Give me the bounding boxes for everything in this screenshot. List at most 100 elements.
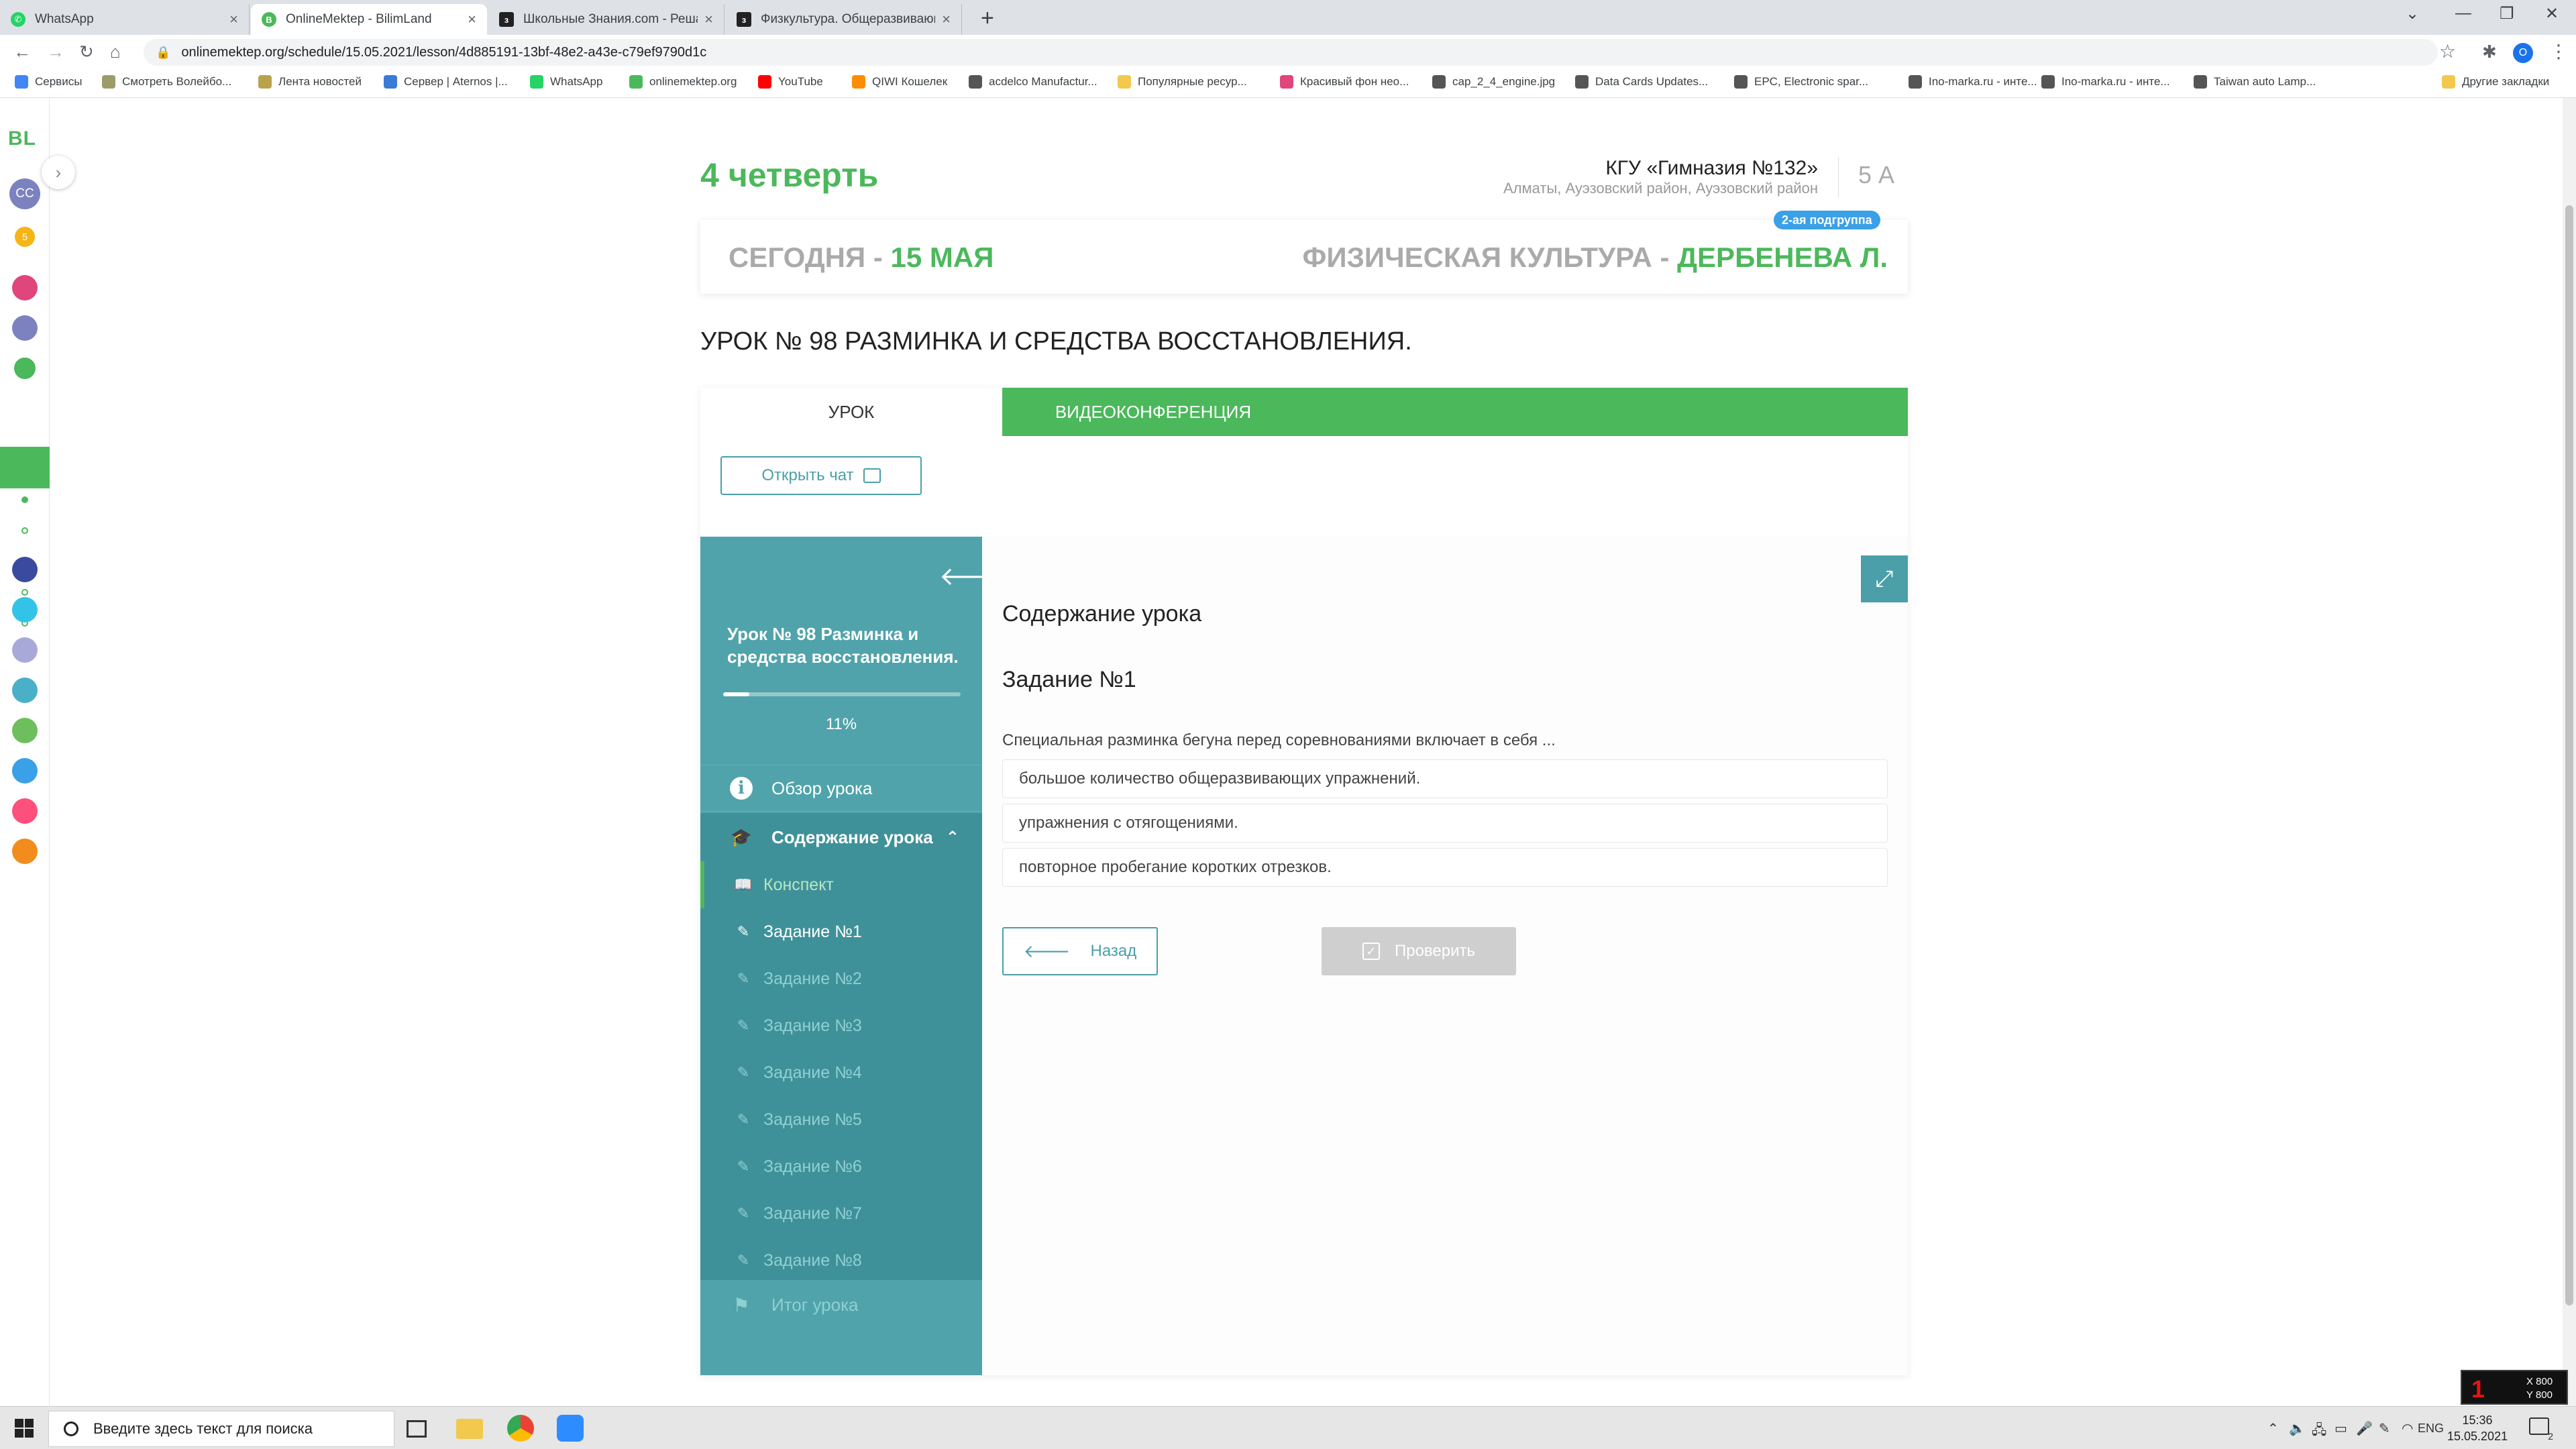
bookmark-item[interactable]: Другие закладки xyxy=(2442,75,2549,89)
bookmark-item[interactable]: Смотреть Волейбо... xyxy=(102,75,231,89)
bookmark-item[interactable]: onlinemektep.org xyxy=(629,75,737,89)
clock-date: 15.05.2021 xyxy=(2447,1430,2508,1443)
sidebar-item-task[interactable]: ✎ Задание №8 xyxy=(700,1237,982,1284)
bookmark-item[interactable]: Сервер | Aternos |... xyxy=(384,75,508,89)
chrome-icon[interactable] xyxy=(507,1415,534,1442)
close-window-button[interactable]: ✕ xyxy=(2545,4,2559,23)
home-icon[interactable]: ⌂ xyxy=(110,42,121,62)
rail-app-icon[interactable] xyxy=(12,718,38,743)
zoom-icon[interactable] xyxy=(557,1415,584,1442)
bookmark-item[interactable]: Сервисы xyxy=(15,75,82,89)
bookmark-item[interactable]: Ino-marka.ru - инте... xyxy=(2041,75,2170,89)
tab-search-icon[interactable]: ⌄ xyxy=(2406,4,2419,23)
rail-app-icon[interactable] xyxy=(12,839,38,864)
sidebar-item-summary[interactable]: ⚑ Итог урока xyxy=(700,1281,982,1328)
sidebar-item-task[interactable]: ✎ Задание №3 xyxy=(700,1002,982,1049)
rail-app-icon[interactable] xyxy=(12,678,38,703)
sidebar-item-konspekt[interactable]: 📖 Конспект xyxy=(700,861,982,908)
answer-option[interactable]: повторное пробегание коротких отрезков. xyxy=(1002,848,1888,887)
rail-nav-dot[interactable] xyxy=(21,527,28,534)
keyboard-language[interactable]: ENG xyxy=(2418,1421,2444,1436)
forward-arrow-icon[interactable]: → xyxy=(47,42,64,62)
bookmark-item[interactable]: Популярные ресур... xyxy=(1118,75,1247,89)
new-tab-button[interactable]: + xyxy=(981,5,994,32)
rail-app-icon[interactable] xyxy=(12,758,38,784)
notifications-icon[interactable]: 2 xyxy=(2529,1417,2553,1442)
wifi-icon[interactable]: ◠ xyxy=(2402,1420,2413,1437)
bookmark-item[interactable]: EPC, Electronic spar... xyxy=(1734,75,1868,89)
back-arrow-icon[interactable]: ← xyxy=(13,42,31,62)
sidebar-item-task[interactable]: ✎ Задание №4 xyxy=(700,1049,982,1096)
check-button[interactable]: ✓ Проверить xyxy=(1322,927,1516,975)
bookmark-item[interactable]: Taiwan auto Lamp... xyxy=(2194,75,2316,89)
search-placeholder: Введите здесь текст для поиска xyxy=(93,1420,313,1437)
restore-button[interactable]: ❐ xyxy=(2500,4,2514,23)
page-scrollbar[interactable] xyxy=(2563,98,2576,1406)
bookmark-item[interactable]: Красивый фон нео... xyxy=(1280,75,1409,89)
rail-expand-chevron-icon[interactable]: › xyxy=(42,156,75,189)
rail-nav-dot[interactable] xyxy=(21,589,28,596)
sidebar-item-content[interactable]: 🎓 Содержание урока ⌃ xyxy=(700,813,982,861)
rail-app-icon[interactable] xyxy=(12,798,38,824)
close-icon[interactable]: × xyxy=(468,11,476,28)
rail-app-icon[interactable] xyxy=(12,557,38,582)
rail-app-icon[interactable] xyxy=(12,637,38,663)
speaker-icon[interactable]: 🔈 xyxy=(2289,1420,2306,1437)
rail-app-icon[interactable] xyxy=(12,597,38,623)
bookmark-item[interactable]: Ino-marka.ru - инте... xyxy=(1909,75,2037,89)
scrollbar-thumb[interactable] xyxy=(2565,205,2573,1305)
close-icon[interactable]: × xyxy=(942,11,951,28)
answer-option[interactable]: упражнения с отягощениями. xyxy=(1002,804,1888,843)
sidebar-item-task[interactable]: ✎ Задание №7 xyxy=(700,1190,982,1237)
taskbar-search-input[interactable]: Введите здесь текст для поиска xyxy=(48,1411,394,1447)
back-button[interactable]: 🡐 Назад xyxy=(1002,927,1158,975)
sidebar-item-task[interactable]: ✎ Задание №5 xyxy=(700,1096,982,1143)
sidebar-item-overview[interactable]: i Обзор урока xyxy=(700,765,982,812)
browser-menu-icon[interactable]: ⋮ xyxy=(2549,40,2568,62)
edit-icon: ✎ xyxy=(737,1252,750,1269)
battery-icon[interactable]: ▭ xyxy=(2334,1420,2347,1437)
minimize-button[interactable]: — xyxy=(2455,4,2471,23)
open-chat-button[interactable]: Открыть чат xyxy=(720,456,922,495)
rail-app-icon[interactable] xyxy=(12,356,38,381)
tab-videoconference[interactable]: ВИДЕОКОНФЕРЕНЦИЯ xyxy=(1002,388,1304,436)
browser-tab-onlinemektep[interactable]: B OnlineMektep - BilimLand × xyxy=(251,4,487,35)
reload-icon[interactable]: ↻ xyxy=(79,42,94,62)
pen-icon[interactable]: ✎ xyxy=(2379,1420,2390,1437)
sidebar-item-task[interactable]: ✎ Задание №1 xyxy=(700,908,982,955)
browser-tab-whatsapp[interactable]: ✆ WhatsApp × xyxy=(0,4,250,35)
windows-start-icon[interactable] xyxy=(15,1419,34,1438)
bookmark-item[interactable]: cap_2_4_engine.jpg xyxy=(1432,75,1555,89)
bookmark-item[interactable]: Data Cards Updates... xyxy=(1575,75,1708,89)
sidebar-item-task[interactable]: ✎ Задание №2 xyxy=(700,955,982,1002)
user-avatar[interactable]: CC xyxy=(9,178,40,209)
mic-icon[interactable]: 🎤 xyxy=(2356,1420,2373,1437)
sidebar-item-task[interactable]: ✎ Задание №6 xyxy=(700,1143,982,1190)
task-view-icon[interactable] xyxy=(407,1420,427,1438)
bookmark-item[interactable]: YouTube xyxy=(758,75,823,89)
close-icon[interactable]: × xyxy=(229,11,238,28)
extensions-puzzle-icon[interactable]: ✱ xyxy=(2482,42,2497,62)
tab-lesson[interactable]: УРОК xyxy=(700,388,1002,436)
fullscreen-icon[interactable]: ⤢ xyxy=(1861,555,1908,602)
bilimland-logo[interactable]: BL xyxy=(8,127,36,150)
rail-nav-dot[interactable] xyxy=(21,496,28,503)
browser-tab-fizkultura[interactable]: з Физкультура. Общеразвивающие × xyxy=(726,4,962,35)
answer-option[interactable]: большое количество общеразвивающих упраж… xyxy=(1002,759,1888,798)
address-bar[interactable]: 🔒 onlinemektep.org/schedule/15.05.2021/l… xyxy=(144,39,2438,66)
rail-app-icon[interactable] xyxy=(12,275,38,301)
file-explorer-icon[interactable] xyxy=(456,1419,483,1439)
profile-avatar[interactable]: O xyxy=(2513,43,2533,63)
bookmark-item[interactable]: WhatsApp xyxy=(530,75,602,89)
tray-clock[interactable]: 15:36 15.05.2021 xyxy=(2447,1412,2508,1444)
close-icon[interactable]: × xyxy=(704,11,713,28)
rail-app-icon[interactable] xyxy=(12,315,38,341)
browser-tab-znanija[interactable]: з Школьные Знания.com - Решаем × xyxy=(488,4,724,35)
bookmark-star-icon[interactable]: ☆ xyxy=(2439,40,2456,62)
coins-badge[interactable]: 5 xyxy=(15,227,35,247)
network-icon[interactable]: 🖧 xyxy=(2312,1420,2326,1443)
bookmark-item[interactable]: acdelco Manufactur... xyxy=(969,75,1097,89)
bookmark-item[interactable]: QIWI Кошелек xyxy=(852,75,947,89)
bookmark-item[interactable]: Лента новостей xyxy=(258,75,362,89)
tray-chevron-icon[interactable]: ⌃ xyxy=(2267,1420,2279,1437)
